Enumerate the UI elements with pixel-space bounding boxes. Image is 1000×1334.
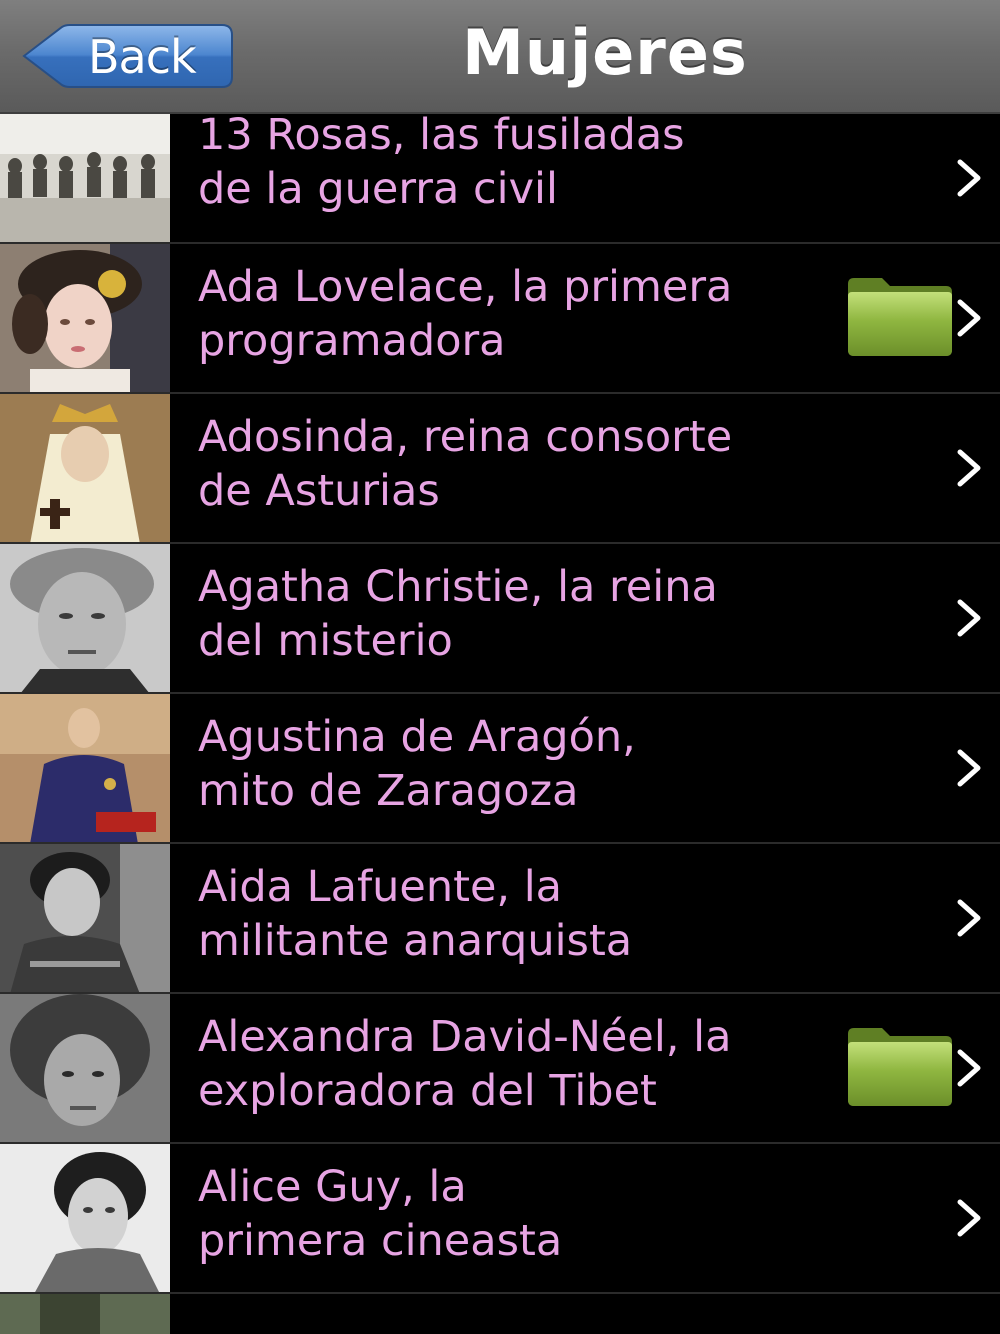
thumbnail-image [0,544,170,692]
list-item-title: Agustina de Aragón, mito de Zaragoza [198,712,636,816]
list-item-title: Alice Guy, la primera cineasta [198,1162,563,1266]
women-list: 13 Rosas, las fusiladas de la guerra civ… [0,110,1000,1334]
thumbnail-image [0,114,170,242]
chevron-right-icon [957,1049,981,1087]
list-item-title: Aida Lafuente, la militante anarquista [198,862,633,966]
back-button-label: Back [88,30,197,84]
thumbnail-image [0,844,170,992]
navigation-bar: Back Mujeres [0,0,1000,114]
chevron-right-icon [957,1199,981,1237]
list-item[interactable]: Alexandra David-Néel, la exploradora del… [0,994,1000,1144]
list-item[interactable]: Agustina de Aragón, mito de Zaragoza [0,694,1000,844]
thumbnail-image [0,1294,170,1334]
chevron-right-icon [957,749,981,787]
thumbnail-image [0,994,170,1142]
chevron-right-icon [957,299,981,337]
list-item[interactable]: Aida Lafuente, la militante anarquista [0,844,1000,994]
list-item[interactable]: Agatha Christie, la reina del misterio [0,544,1000,694]
list-item[interactable]: Ada Lovelace, la primera programadora [0,244,1000,394]
back-button[interactable]: Back [22,24,234,88]
list-item-title: 13 Rosas, las fusiladas de la guerra civ… [198,110,685,214]
chevron-right-icon [957,599,981,637]
list-item-title: Ada Lovelace, la primera programadora [198,262,733,366]
page-title: Mujeres [462,16,748,89]
folder-icon [848,1028,952,1106]
chevron-right-icon [957,899,981,937]
list-item-title: Agatha Christie, la reina del misterio [198,562,718,666]
list-item[interactable]: Adosinda, reina consorte de Asturias [0,394,1000,544]
list-item-title: Adosinda, reina consorte de Asturias [198,412,733,516]
chevron-right-icon [957,449,981,487]
list-item-title: Alexandra David-Néel, la exploradora del… [198,1012,732,1116]
folder-icon [848,278,952,356]
thumbnail-image [0,694,170,842]
list-item[interactable]: Alice Guy, la primera cineasta [0,1144,1000,1294]
app-screen: Back Mujeres 13 Rosas, las fusiladas de … [0,0,1000,1334]
thumbnail-image [0,394,170,542]
list-item[interactable]: 13 Rosas, las fusiladas de la guerra civ… [0,110,1000,244]
thumbnail-image [0,1144,170,1292]
thumbnail-image [0,244,170,392]
chevron-right-icon [957,159,981,197]
list-item[interactable] [0,1294,1000,1334]
